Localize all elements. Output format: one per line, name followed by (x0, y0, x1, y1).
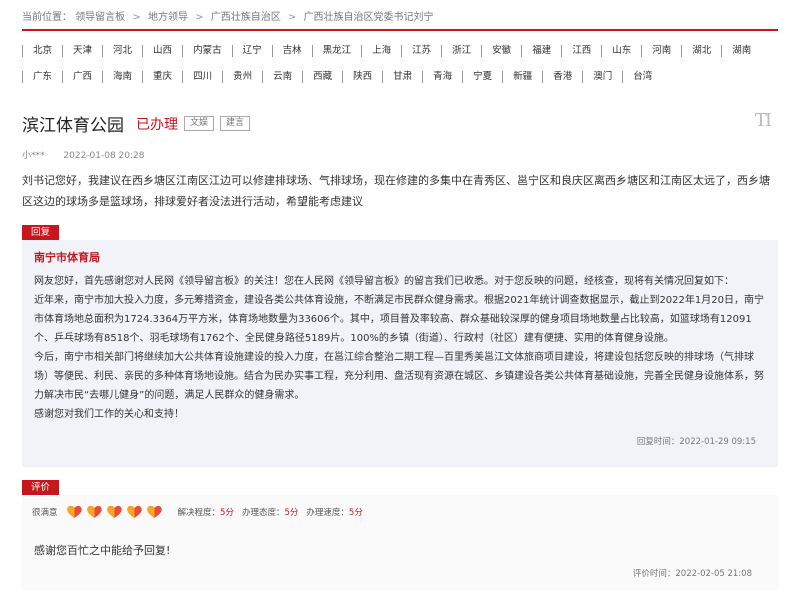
breadcrumb-link-leader-board[interactable]: 领导留言板 (75, 12, 125, 23)
rating-attitude: 办理态度：5分 (242, 506, 298, 518)
header-divider (22, 29, 778, 31)
region-link[interactable]: 浙江 (441, 45, 481, 57)
region-link[interactable]: 广东 (22, 71, 62, 83)
breadcrumb-link-guangxi[interactable]: 广西壮族自治区 (211, 12, 281, 23)
reply-paragraph: 近年来，南宁市加大投入力度，多元筹措资金，建设各类公共体育设施，不断满足市民群众… (34, 295, 764, 344)
region-link[interactable]: 河北 (102, 45, 142, 57)
rating-attitude-label: 办理态度： (241, 507, 285, 518)
rating-speed-label: 办理速度： (306, 507, 349, 518)
heart-icon (86, 505, 102, 518)
region-link[interactable]: 吉林 (271, 45, 312, 57)
rating-hearts (66, 503, 166, 520)
region-nav-row: 广东 广西 海南 重庆 四川 贵州 云南 西藏 陕西 甘肃 青海 宁夏 新疆 香港 澳门 台湾 (22, 70, 778, 84)
reply-paragraph: 今后，南宁市相关部门将继续加大公共体育设施建设的投入力度，在邕江综合整治二期工程… (34, 352, 764, 401)
message-title: 滨江体育公园 (22, 116, 124, 136)
breadcrumb-separator: > (132, 12, 141, 23)
message-content: 刘书记您好，我建议在西乡塘区江南区江边可以修建排球场、气排球场，现在修建的多集中… (22, 174, 770, 208)
font-size-icon[interactable]: TI (755, 110, 772, 131)
region-link[interactable]: 海南 (102, 71, 142, 83)
tag-category[interactable]: 文娱 (184, 116, 215, 131)
rating-time-label: 评价时间： (632, 569, 676, 579)
region-link[interactable]: 湖南 (721, 45, 761, 57)
region-link[interactable]: 上海 (361, 45, 401, 57)
region-link[interactable]: 江苏 (401, 45, 441, 57)
region-link[interactable]: 安徽 (481, 45, 521, 57)
breadcrumb-separator: > (287, 12, 297, 23)
region-link[interactable]: 陕西 (342, 71, 382, 83)
rating-resolution: 解决程度：5分 (178, 506, 234, 518)
region-link[interactable]: 澳门 (582, 71, 622, 83)
region-link[interactable]: 云南 (262, 71, 302, 83)
heart-icon (66, 505, 82, 518)
breadcrumb: 当前位置： 领导留言板 > 地方领导 > 广西壮族自治区 > 广西壮族自治区党委… (22, 8, 433, 23)
region-link[interactable]: 福建 (521, 45, 561, 57)
message-header: 滨江体育公园 已办理 文娱 建言 (22, 111, 251, 136)
heart-icon (146, 505, 162, 518)
rating-speed: 办理速度：5分 (306, 506, 362, 518)
region-nav: 北京 天津 河北 山西 内蒙古 辽宁 吉林 黑龙江 上海 江苏 浙江 安徽 福建 江西 山东 河南 湖北 湖南 广… (22, 44, 778, 96)
region-link[interactable]: 黑龙江 (311, 45, 362, 57)
rating-badge: 评价 (22, 480, 60, 495)
rating-time-value: 2022-02-05 21:08 (675, 569, 752, 579)
rating-summary: 很满意 解决程度：5分 办理态度：5分 办理速度：5分 (32, 503, 363, 520)
reply-paragraph: 网友您好，首先感谢您对人民网《领导留言板》的关注！您在人民网《领导留言板》的留言… (34, 276, 734, 287)
rating-speed-value: 5分 (348, 507, 363, 518)
breadcrumb-link-secretary[interactable]: 广西壮族自治区党委书记刘宁 (303, 12, 433, 23)
region-link[interactable]: 江西 (561, 45, 601, 57)
heart-icon (106, 505, 122, 518)
rating-resolution-value: 5分 (220, 507, 234, 518)
message-time: 2022-01-08 20:28 (63, 151, 145, 161)
reply-organization: 南宁市体育局 (34, 251, 100, 264)
region-link[interactable]: 北京 (22, 45, 62, 57)
region-link[interactable]: 湖北 (681, 45, 721, 57)
reply-panel: 南宁市体育局 网友您好，首先感谢您对人民网《领导留言板》的关注！您在人民网《领导… (22, 240, 778, 467)
region-link[interactable]: 广西 (62, 71, 102, 83)
reply-time: 回复时间：2022-01-29 09:15 (637, 435, 756, 447)
region-link[interactable]: 天津 (62, 45, 102, 57)
region-link[interactable]: 贵州 (222, 71, 262, 83)
status-badge: 已办理 (136, 116, 178, 133)
message-author: 小*** (22, 151, 45, 161)
rating-comment: 感谢您百忙之中能给予回复! (34, 544, 171, 557)
region-link[interactable]: 宁夏 (462, 71, 502, 83)
reply-paragraph: 感谢您对我们工作的关心和支持！ (34, 409, 184, 420)
rating-time: 评价时间：2022-02-05 21:08 (633, 567, 752, 579)
region-link[interactable]: 山东 (601, 45, 641, 57)
region-link[interactable]: 四川 (182, 71, 222, 83)
region-link[interactable]: 甘肃 (382, 71, 422, 83)
message-meta: 小*** 2022-01-08 20:28 (22, 148, 145, 161)
region-link[interactable]: 香港 (542, 71, 582, 83)
region-link[interactable]: 青海 (422, 71, 462, 83)
region-link[interactable]: 山西 (142, 45, 182, 57)
rating-panel: 很满意 解决程度：5分 办理态度：5分 办理速度：5分 感谢您百忙之中能给予回复… (22, 495, 778, 590)
reply-badge: 回复 (22, 225, 60, 240)
breadcrumb-prefix: 当前位置： (22, 12, 72, 23)
rating-resolution-label: 解决程度： (177, 507, 221, 518)
region-link[interactable]: 重庆 (142, 71, 182, 83)
reply-time-label: 回复时间： (636, 437, 680, 447)
rating-attitude-value: 5分 (284, 507, 299, 518)
region-link[interactable]: 台湾 (622, 71, 662, 83)
reply-content: 网友您好，首先感谢您对人民网《领导留言板》的关注！您在人民网《领导留言板》的留言… (34, 272, 766, 424)
region-link[interactable]: 内蒙古 (182, 45, 232, 57)
breadcrumb-link-local-leaders[interactable]: 地方领导 (148, 12, 188, 23)
heart-icon (126, 505, 142, 518)
tag-type[interactable]: 建言 (220, 116, 251, 131)
region-nav-row: 北京 天津 河北 山西 内蒙古 辽宁 吉林 黑龙江 上海 江苏 浙江 安徽 福建 江西 山东 河南 湖北 湖南 (22, 44, 778, 58)
reply-time-value: 2022-01-29 09:15 (679, 437, 756, 447)
region-link[interactable]: 河南 (641, 45, 681, 57)
breadcrumb-separator: > (195, 12, 204, 23)
region-link[interactable]: 西藏 (302, 71, 342, 83)
region-link[interactable]: 辽宁 (231, 45, 272, 57)
rating-overall-label: 很满意 (32, 507, 58, 518)
region-link[interactable]: 新疆 (502, 71, 542, 83)
